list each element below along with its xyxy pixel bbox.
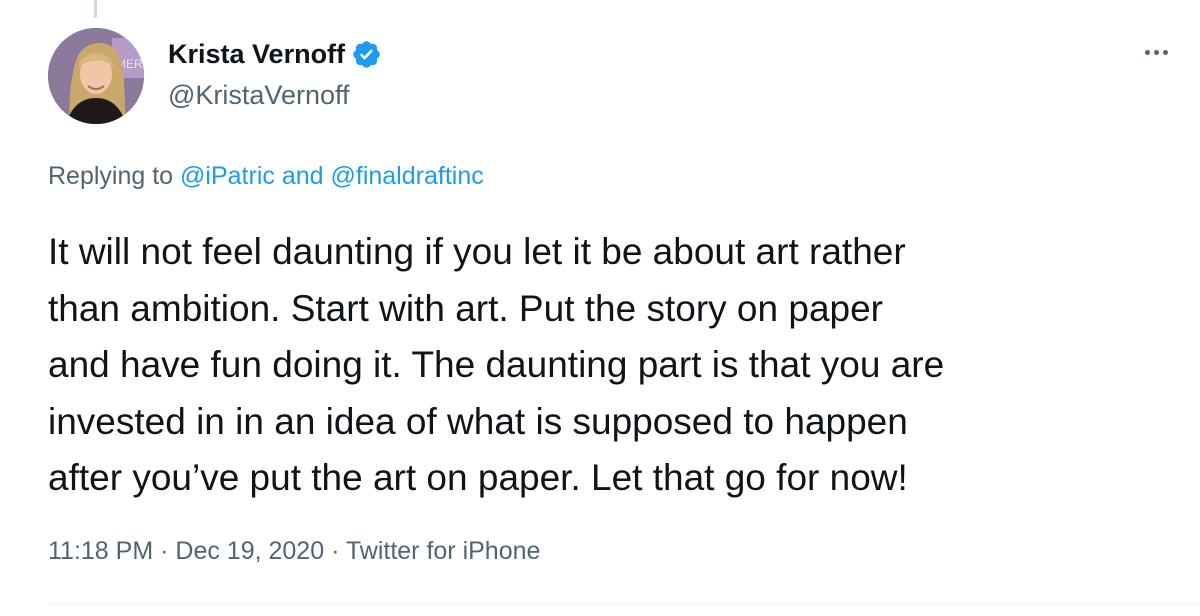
thread-connector-line (94, 0, 97, 18)
meta-separator: · (160, 537, 169, 565)
avatar[interactable]: MER A (48, 28, 144, 124)
tweet-text-line: invested in in an idea of what is suppos… (48, 400, 908, 442)
divider (48, 604, 1200, 605)
avatar-photo: MER A (48, 28, 144, 124)
more-dot-icon (1144, 49, 1150, 55)
tweet-text: It will not feel daunting if you let it … (48, 224, 1188, 507)
tweet-time[interactable]: 11:18 PM (48, 537, 153, 565)
author-handle[interactable]: @KristaVernoff (168, 80, 382, 111)
meta-separator: · (331, 537, 340, 565)
tweet-meta: 11:18 PM · Dec 19, 2020 · Twitter for iP… (48, 537, 540, 566)
tweet-text-line: It will not feel daunting if you let it … (48, 231, 906, 272)
author-display-name[interactable]: Krista Vernoff (168, 39, 345, 70)
tweet-author: Krista Vernoff @KristaVernoff (168, 38, 382, 111)
mention-conjunction[interactable]: and (282, 162, 324, 190)
tweet-text-line: than ambition. Start with art. Put the s… (48, 287, 883, 329)
mention-link-ipatric[interactable]: @iPatric (180, 162, 275, 190)
tweet-text-line: after you’ve put the art on paper. Let t… (48, 457, 908, 498)
replying-to-label: Replying to (48, 162, 174, 190)
author-name-row: Krista Vernoff (168, 38, 382, 70)
verified-badge-icon (353, 40, 380, 68)
tweet-source[interactable]: Twitter for iPhone (346, 537, 541, 565)
tweet-text-line: and have fun doing it. The daunting part… (48, 344, 945, 385)
more-options-button[interactable] (1136, 38, 1176, 66)
more-dot-icon (1162, 49, 1168, 55)
replying-to: Replying to @iPatric and @finaldraftinc (48, 162, 484, 191)
more-dot-icon (1153, 49, 1159, 55)
tweet-date[interactable]: Dec 19, 2020 (175, 537, 324, 565)
mention-link-finaldraftinc[interactable]: @finaldraftinc (331, 162, 484, 190)
